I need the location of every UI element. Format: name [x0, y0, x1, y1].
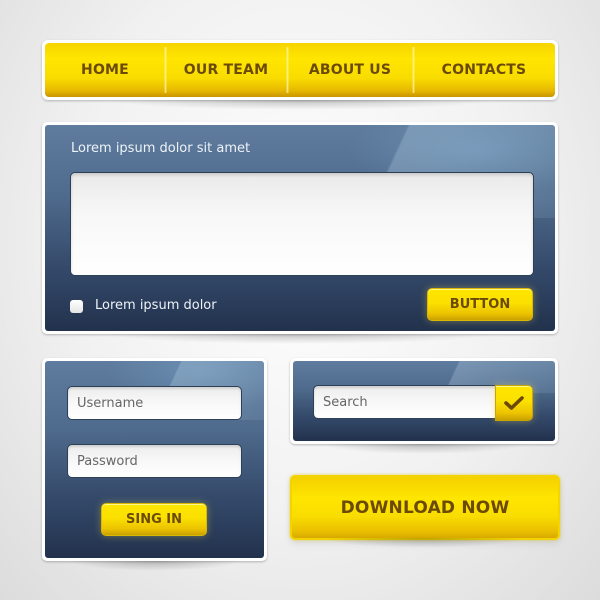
nav-item-label: HOME [81, 62, 129, 78]
checkbox-label: Lorem ipsum dolor [95, 298, 217, 313]
comment-panel-body: Lorem ipsum dolor sit amet Lorem ipsum d… [45, 125, 555, 331]
nav-item-label: OUR TEAM [183, 62, 269, 78]
main-nav: HOME OUR TEAM ABOUT US CONTACTS [42, 40, 558, 110]
submit-button[interactable]: BUTTON [427, 288, 533, 321]
remember-checkbox[interactable] [70, 300, 83, 313]
nav-item-our-team[interactable]: OUR TEAM [165, 43, 289, 97]
search-input[interactable]: Search [313, 385, 496, 419]
password-input[interactable]: Password [67, 444, 242, 478]
search-panel-body: Search [293, 361, 555, 441]
download-button-label: DOWNLOAD NOW [340, 497, 510, 518]
login-panel-body: Username Password SING IN [45, 361, 264, 558]
check-icon [504, 396, 524, 410]
sign-in-button-label: SING IN [126, 512, 182, 527]
nav-item-label: CONTACTS [441, 62, 527, 78]
nav-item-home[interactable]: HOME [45, 43, 167, 97]
sign-in-button[interactable]: SING IN [101, 503, 207, 536]
nav-item-contacts[interactable]: CONTACTS [413, 43, 555, 97]
login-panel: Username Password SING IN [42, 358, 267, 571]
nav-item-label: ABOUT US [308, 62, 392, 78]
username-input[interactable]: Username [67, 386, 242, 420]
download-now-button[interactable]: DOWNLOAD NOW [290, 475, 560, 540]
download-button-wrapper: DOWNLOAD NOW [290, 475, 560, 548]
password-placeholder: Password [77, 453, 138, 469]
nav-bar: HOME OUR TEAM ABOUT US CONTACTS [45, 43, 555, 97]
nav-item-about-us[interactable]: ABOUT US [287, 43, 415, 97]
comment-panel-title: Lorem ipsum dolor sit amet [71, 141, 251, 156]
comment-panel: Lorem ipsum dolor sit amet Lorem ipsum d… [42, 122, 558, 344]
username-placeholder: Username [77, 395, 144, 411]
search-panel: Search [290, 358, 558, 454]
submit-button-label: BUTTON [449, 297, 511, 312]
search-placeholder: Search [323, 394, 368, 410]
comment-textarea[interactable] [70, 172, 534, 276]
search-submit-button[interactable] [495, 385, 533, 421]
